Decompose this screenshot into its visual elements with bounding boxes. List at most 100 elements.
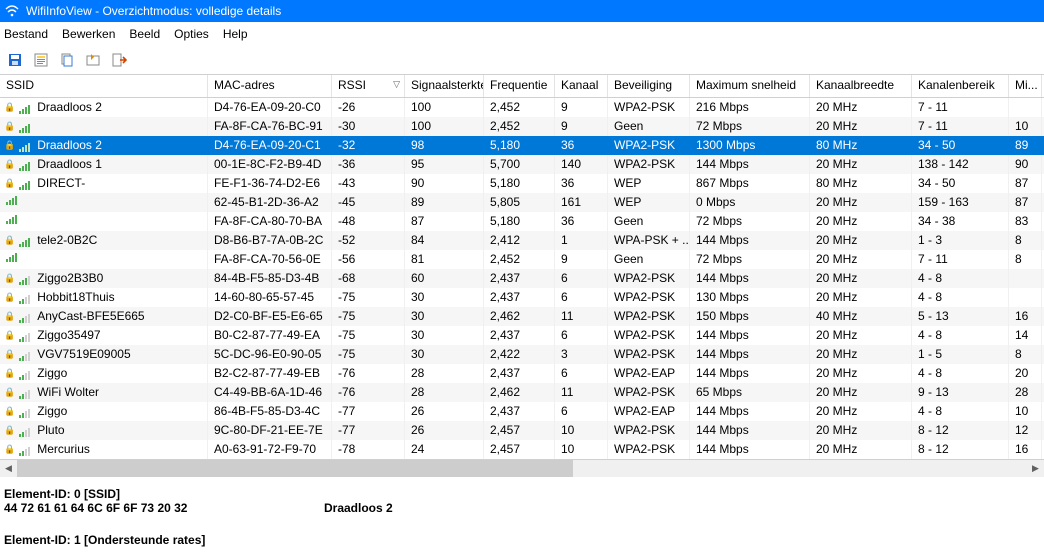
menu-file[interactable]: Bestand [4,27,48,41]
cell-freq: 2,437 [484,288,555,307]
cell-bw: 20 MHz [810,117,912,136]
col-bw[interactable]: Kanaalbreedte [810,75,912,97]
table-row[interactable]: 🔒WiFi WolterC4-49-BB-6A-1D-46-76282,4621… [0,383,1044,402]
menu-options[interactable]: Opties [174,27,209,41]
table-row[interactable]: 🔒Draadloos 100-1E-8C-F2-B9-4D-36955,7001… [0,155,1044,174]
col-signal[interactable]: Signaalsterkte [405,75,484,97]
cell-chan: 6 [555,326,608,345]
cell-max: 72 Mbps [690,117,810,136]
table-row[interactable]: 🔒Draadloos 2D4-76-EA-09-20-C1-32985,1803… [0,136,1044,155]
col-freq[interactable]: Frequentie [484,75,555,97]
cell-mac: 00-1E-8C-F2-B9-4D [208,155,332,174]
menu-edit[interactable]: Bewerken [62,27,115,41]
col-maxspeed[interactable]: Maximum snelheid [690,75,810,97]
menu-help[interactable]: Help [223,27,248,41]
col-mac[interactable]: MAC-adres [208,75,332,97]
cell-bw: 20 MHz [810,421,912,440]
col-last[interactable]: Mi... [1009,75,1042,97]
exit-button[interactable] [108,49,130,71]
copy-button[interactable] [56,49,78,71]
table-row[interactable]: FA-8F-CA-80-70-BA-48875,18036Geen72 Mbps… [0,212,1044,231]
cell-range: 4 - 8 [912,364,1009,383]
table-row[interactable]: 🔒tele2-0B2CD8-B6-B7-7A-0B-2C-52842,4121W… [0,231,1044,250]
table-row[interactable]: 🔒AnyCast-BFE5E665D2-C0-BF-E5-E6-65-75302… [0,307,1044,326]
col-rssi[interactable]: RSSI▽ [332,75,405,97]
cell-sec: WEP [608,174,690,193]
signal-bars-icon [19,273,33,285]
scroll-right-icon[interactable]: ▶ [1027,460,1044,477]
table-row[interactable]: 🔒Hobbit18Thuis14-60-80-65-57-45-75302,43… [0,288,1044,307]
table-row[interactable]: 🔒MercuriusA0-63-91-72-F9-70-78242,45710W… [0,440,1044,459]
grid-body[interactable]: 🔒Draadloos 2D4-76-EA-09-20-C0-261002,452… [0,98,1044,459]
cell-max: 144 Mbps [690,326,810,345]
menu-view[interactable]: Beeld [129,27,160,41]
signal-bars-icon [19,178,33,190]
table-row[interactable]: 🔒ZiggoB2-C2-87-77-49-EB-76282,4376WPA2-E… [0,364,1044,383]
table-row[interactable]: 🔒Pluto9C-80-DF-21-EE-7E-77262,45710WPA2-… [0,421,1044,440]
cell-freq: 2,452 [484,250,555,269]
cell-rssi: -75 [332,307,405,326]
cell-freq: 5,180 [484,174,555,193]
cell-signal: 28 [405,364,484,383]
scroll-track[interactable] [17,460,1027,477]
cell-signal: 98 [405,136,484,155]
cell-mac: 86-4B-F5-85-D3-4C [208,402,332,421]
cell-range: 7 - 11 [912,117,1009,136]
cell-signal: 84 [405,231,484,250]
cell-signal: 28 [405,383,484,402]
cell-rssi: -43 [332,174,405,193]
table-row[interactable]: FA-8F-CA-70-56-0E-56812,4529Geen72 Mbps2… [0,250,1044,269]
cell-bw: 20 MHz [810,269,912,288]
cell-max: 150 Mbps [690,307,810,326]
cell-rssi: -75 [332,326,405,345]
cell-bw: 20 MHz [810,193,912,212]
app-icon [4,3,20,19]
col-sec[interactable]: Beveiliging [608,75,690,97]
cell-mac: FE-F1-36-74-D2-E6 [208,174,332,193]
table-row[interactable]: 🔒Ziggo35497B0-C2-87-77-49-EA-75302,4376W… [0,326,1044,345]
cell-max: 867 Mbps [690,174,810,193]
scroll-left-icon[interactable]: ◀ [0,460,17,477]
cell-last: 8 [1009,231,1042,250]
cell-freq: 2,412 [484,231,555,250]
col-ssid[interactable]: SSID [0,75,208,97]
ssid-text: Mercurius [37,440,90,459]
cell-freq: 5,805 [484,193,555,212]
cell-range: 138 - 142 [912,155,1009,174]
ssid-text: Ziggo [37,364,67,383]
table-row[interactable]: 🔒Draadloos 2D4-76-EA-09-20-C0-261002,452… [0,98,1044,117]
scroll-thumb[interactable] [17,460,573,477]
lock-icon: 🔒 [4,402,15,421]
ssid-text: Ziggo [37,402,67,421]
table-row[interactable]: 62-45-B1-2D-36-A2-45895,805161WEP0 Mbps2… [0,193,1044,212]
cell-signal: 60 [405,269,484,288]
cell-range: 4 - 8 [912,326,1009,345]
refresh-button[interactable] [82,49,104,71]
ssid-text: Draadloos 2 [37,98,102,117]
cell-sec: WEP [608,193,690,212]
col-range[interactable]: Kanalenbereik [912,75,1009,97]
signal-bars-icon [19,406,33,418]
col-chan[interactable]: Kanaal [555,75,608,97]
signal-bars-icon [6,193,20,205]
cell-rssi: -45 [332,193,405,212]
horizontal-scrollbar[interactable]: ◀ ▶ [0,460,1044,477]
table-row[interactable]: 🔒VGV7519E090055C-DC-96-E0-90-05-75302,42… [0,345,1044,364]
table-row[interactable]: 🔒DIRECT-FE-F1-36-74-D2-E6-43905,18036WEP… [0,174,1044,193]
cell-sec: WPA2-PSK [608,440,690,459]
table-row[interactable]: 🔒Ziggo86-4B-F5-85-D3-4C-77262,4376WPA2-E… [0,402,1044,421]
lock-icon: 🔒 [4,117,15,136]
cell-bw: 20 MHz [810,231,912,250]
cell-last [1009,269,1042,288]
save-button[interactable] [4,49,26,71]
cell-last: 87 [1009,174,1042,193]
table-row[interactable]: 🔒Ziggo2B3B084-4B-F5-85-D3-4B-68602,4376W… [0,269,1044,288]
cell-last: 16 [1009,307,1042,326]
cell-range: 9 - 13 [912,383,1009,402]
cell-max: 144 Mbps [690,364,810,383]
ssid-text: AnyCast-BFE5E665 [37,307,144,326]
ssid-text: Draadloos 1 [37,155,102,174]
properties-button[interactable] [30,49,52,71]
table-row[interactable]: 🔒FA-8F-CA-76-BC-91-301002,4529Geen72 Mbp… [0,117,1044,136]
cell-mac: A0-63-91-72-F9-70 [208,440,332,459]
